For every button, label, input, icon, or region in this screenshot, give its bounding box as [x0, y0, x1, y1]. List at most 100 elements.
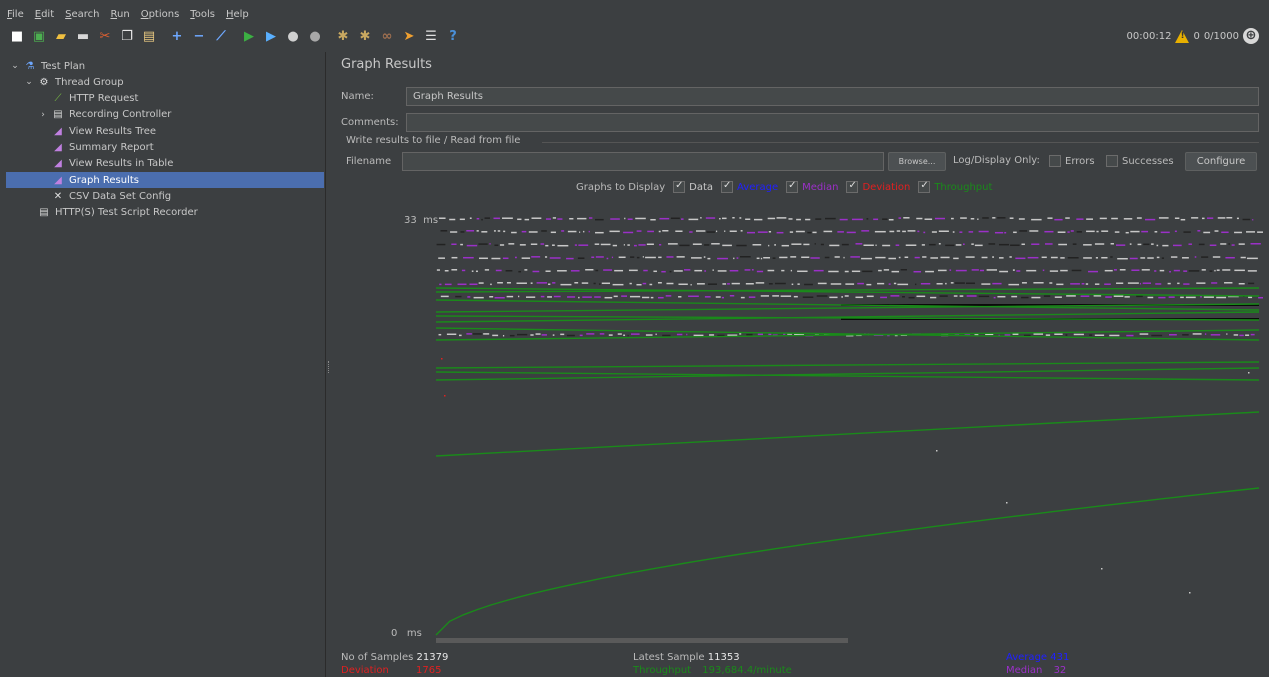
- data-point: [524, 269, 528, 271]
- start-icon[interactable]: ▶: [240, 27, 258, 45]
- shutdown-icon[interactable]: ●: [306, 27, 324, 45]
- tree-node-view-results-in-table[interactable]: ◢ View Results in Table: [6, 156, 173, 172]
- data-point: [541, 334, 547, 336]
- data-point: [839, 218, 848, 221]
- clear-all-icon[interactable]: ✱: [356, 27, 374, 45]
- data-point: [1220, 243, 1227, 245]
- menu-help[interactable]: Help: [225, 9, 250, 20]
- data-point: [502, 217, 513, 219]
- templates-icon[interactable]: ▣: [30, 27, 48, 45]
- data-point: [772, 295, 780, 297]
- remote-globe-icon[interactable]: ⊕: [1243, 28, 1259, 44]
- menu-file[interactable]: File: [6, 9, 25, 20]
- configure-button[interactable]: Configure: [1185, 152, 1257, 171]
- average-checkbox[interactable]: [721, 180, 734, 193]
- data-point: [1212, 256, 1221, 258]
- data-point: [1029, 230, 1039, 232]
- filename-field[interactable]: [402, 152, 884, 171]
- reset-search-icon[interactable]: ➤: [400, 27, 418, 45]
- split-pane-divider[interactable]: [328, 361, 330, 373]
- data-point: [459, 218, 465, 221]
- collapse-icon[interactable]: −: [190, 27, 208, 45]
- tree-node-csv-data-set-config[interactable]: ✕ CSV Data Set Config: [6, 188, 171, 204]
- data-point: [1140, 257, 1146, 259]
- function-helper-icon[interactable]: ☰: [422, 27, 440, 45]
- comments-field[interactable]: [406, 113, 1259, 132]
- data-checkbox[interactable]: [673, 180, 686, 193]
- tree-node-summary-report[interactable]: ◢ Summary Report: [6, 140, 154, 156]
- data-point: [594, 243, 600, 245]
- graph-option-average[interactable]: Average: [721, 180, 779, 193]
- successes-option[interactable]: Successes: [1106, 155, 1174, 167]
- data-point: [1168, 334, 1177, 336]
- data-point: [686, 333, 688, 336]
- name-field[interactable]: Graph Results: [406, 87, 1259, 106]
- data-point: [540, 295, 545, 298]
- data-point: [789, 231, 794, 233]
- data-point: [722, 244, 732, 247]
- new-icon[interactable]: ■: [8, 27, 26, 45]
- menu-options[interactable]: Options: [140, 9, 181, 20]
- data-point: [1226, 217, 1233, 219]
- data-point: [490, 283, 492, 286]
- successes-checkbox[interactable]: [1106, 155, 1118, 167]
- data-point: [732, 217, 735, 219]
- warning-icon[interactable]: [1175, 29, 1190, 43]
- data-point: [1216, 269, 1220, 271]
- menu-search[interactable]: Search: [64, 9, 100, 20]
- start-no-pauses-icon[interactable]: ▶: [262, 27, 280, 45]
- browse-button[interactable]: Browse...: [888, 152, 946, 171]
- data-point: [905, 244, 917, 246]
- tree-node-http-request[interactable]: ⟋ HTTP Request: [6, 91, 139, 107]
- clear-icon[interactable]: ✱: [334, 27, 352, 45]
- tree-node-test-plan[interactable]: ⌄ ⚗ Test Plan: [6, 58, 85, 74]
- menu-edit[interactable]: Edit: [34, 9, 55, 20]
- data-point: [1209, 270, 1213, 272]
- toggle-icon[interactable]: ⟋: [212, 27, 230, 45]
- median-checkbox[interactable]: [786, 180, 799, 193]
- deviation-checkbox[interactable]: [846, 180, 859, 193]
- data-point: [438, 217, 446, 219]
- errors-checkbox[interactable]: [1049, 155, 1061, 167]
- data-point: [1136, 217, 1142, 219]
- data-point: [1156, 244, 1159, 247]
- outlier-point: [1189, 592, 1191, 594]
- data-point: [803, 243, 810, 246]
- tree-node-graph-results[interactable]: ◢ Graph Results: [6, 172, 324, 189]
- data-point: [593, 282, 596, 285]
- errors-option[interactable]: Errors: [1049, 155, 1095, 167]
- tree-node-thread-group[interactable]: ⌄ ⚙ Thread Group: [6, 74, 124, 90]
- tree-node-recording-controller[interactable]: › ▤ Recording Controller: [6, 107, 171, 123]
- expanded-arrow-icon[interactable]: ⌄: [10, 61, 20, 71]
- save-icon[interactable]: ▬: [74, 27, 92, 45]
- graph-option-deviation[interactable]: Deviation: [846, 180, 910, 193]
- data-point: [492, 334, 499, 337]
- data-point: [440, 295, 449, 298]
- data-point: [603, 269, 613, 271]
- data-point: [438, 257, 445, 259]
- help-icon[interactable]: ?: [444, 27, 462, 45]
- paste-icon[interactable]: ▤: [140, 27, 158, 45]
- tree-node-label: Thread Group: [55, 76, 124, 88]
- expand-icon[interactable]: +: [168, 27, 186, 45]
- data-point: [481, 218, 483, 221]
- collapsed-arrow-icon[interactable]: ›: [38, 110, 48, 120]
- data-point: [595, 256, 604, 258]
- data-point: [585, 269, 594, 271]
- open-icon[interactable]: ▰: [52, 27, 70, 45]
- average-label: Average: [737, 181, 779, 193]
- tree-node-http-s-test-script-recorder[interactable]: ▤ HTTP(S) Test Script Recorder: [6, 205, 198, 221]
- graph-option-data[interactable]: Data: [673, 180, 713, 193]
- tree-node-view-results-tree[interactable]: ◢ View Results Tree: [6, 123, 156, 139]
- outlier-point: [1006, 502, 1008, 504]
- graph-option-median[interactable]: Median: [786, 180, 838, 193]
- menu-tools[interactable]: Tools: [189, 9, 216, 20]
- search-icon[interactable]: ∞: [378, 27, 396, 45]
- stop-icon[interactable]: ●: [284, 27, 302, 45]
- menu-run[interactable]: Run: [110, 9, 131, 20]
- graph-option-throughput[interactable]: Throughput: [918, 180, 992, 193]
- throughput-checkbox[interactable]: [918, 180, 931, 193]
- copy-icon[interactable]: ❐: [118, 27, 136, 45]
- expanded-arrow-icon[interactable]: ⌄: [24, 77, 34, 87]
- cut-icon[interactable]: ✂: [96, 27, 114, 45]
